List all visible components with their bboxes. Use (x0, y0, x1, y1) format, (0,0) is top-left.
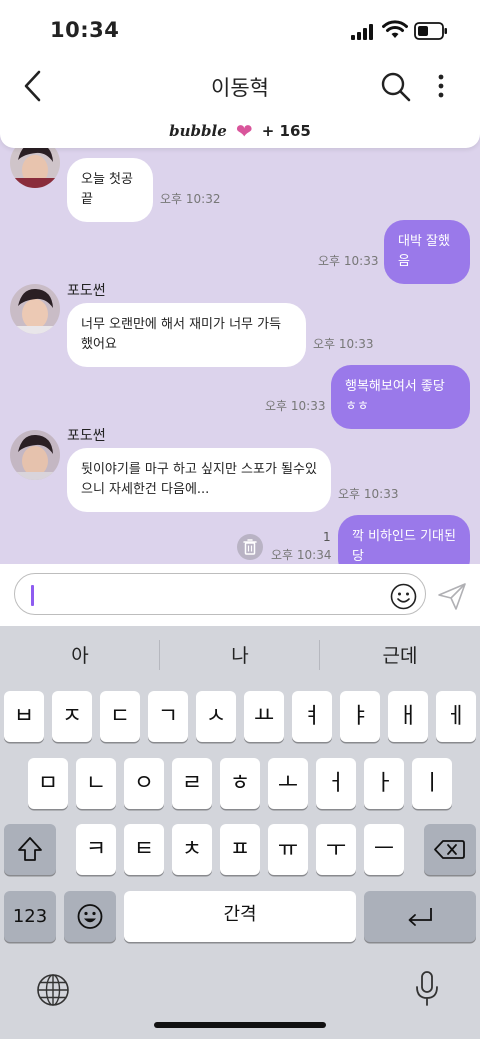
key[interactable]: ㅁ (28, 758, 68, 809)
suggestion-3[interactable]: 근데 (320, 626, 480, 686)
globe-icon[interactable] (36, 973, 70, 1007)
key[interactable]: ㅜ (316, 824, 356, 875)
message-bubble[interactable]: 행복해보여서 좋당ㅎㅎ (331, 365, 470, 429)
key[interactable]: ㅓ (316, 758, 356, 809)
return-key[interactable] (364, 891, 476, 942)
send-icon[interactable] (436, 580, 468, 612)
cellular-signal-icon (351, 24, 375, 40)
key[interactable]: ㄴ (76, 758, 116, 809)
key[interactable]: ㅏ (364, 758, 404, 809)
space-key[interactable]: 간격 (124, 891, 356, 942)
key[interactable]: ㅌ (124, 824, 164, 875)
key[interactable]: ㄱ (148, 691, 188, 742)
text-caret (31, 585, 34, 606)
search-icon[interactable] (378, 68, 412, 104)
key[interactable]: ㅋ (76, 824, 116, 875)
message-time: 오후 10:32 (160, 192, 221, 206)
wifi-icon (382, 20, 408, 38)
key[interactable]: ㅑ (340, 691, 380, 742)
return-icon (408, 908, 432, 926)
message-input[interactable] (14, 573, 426, 615)
shift-key[interactable] (4, 824, 56, 875)
avatar[interactable] (10, 284, 60, 334)
message-bubble[interactable]: 뒷이야기를 마구 하고 싶지만 스포가 될수있으니 자세한건 다음에... (67, 448, 331, 512)
sender-name: 포도썬 (67, 283, 106, 299)
microphone-icon[interactable] (414, 970, 440, 1008)
key[interactable]: ㅇ (124, 758, 164, 809)
message-time: 오후 10:34 (271, 548, 332, 562)
delete-key[interactable] (424, 824, 476, 875)
key[interactable]: ㅔ (436, 691, 476, 742)
message-bubble[interactable]: 오늘 첫공끝 (67, 158, 153, 222)
emoji-key[interactable] (64, 891, 116, 942)
battery-icon (414, 22, 447, 40)
more-vertical-icon[interactable] (430, 68, 452, 104)
shift-icon (18, 837, 42, 861)
bubble-banner[interactable]: bubble ❤ + 165 (0, 112, 480, 148)
key[interactable]: ㅠ (268, 824, 308, 875)
suggestion-bar: 아 나 근데 (0, 626, 480, 686)
status-time: 10:34 (50, 18, 120, 42)
message-time: 오후 10:33 (338, 487, 399, 501)
key[interactable]: ㅂ (4, 691, 44, 742)
message-bubble[interactable]: 깍 비하인드 기대된당 (338, 515, 470, 564)
heart-icon: ❤ (235, 119, 253, 143)
chat-header: 이동혁 (0, 62, 480, 112)
bubble-count: + 165 (261, 122, 311, 140)
unread-count: 1 (323, 530, 331, 544)
suggestion-2[interactable]: 나 (160, 626, 320, 686)
avatar[interactable] (10, 430, 60, 480)
chat-messages[interactable]: bubble ❤ + 165 오늘 첫공끝 오후 10:32 대박 잘했음 오후… (0, 112, 480, 564)
key[interactable]: ㅈ (52, 691, 92, 742)
key[interactable]: ㄹ (172, 758, 212, 809)
message-time: 오후 10:33 (313, 337, 374, 351)
key[interactable]: ㅎ (220, 758, 260, 809)
key[interactable]: ㅐ (388, 691, 428, 742)
emoji-icon (77, 904, 103, 929)
message-bubble[interactable]: 너무 오랜만에 해서 재미가 너무 가득했어요 (67, 303, 306, 367)
backspace-icon (434, 840, 465, 859)
message-time: 오후 10:33 (265, 399, 326, 413)
sender-name: 포도썬 (67, 428, 106, 444)
message-bubble[interactable]: 대박 잘했음 (384, 220, 470, 284)
key[interactable]: ㅣ (412, 758, 452, 809)
key[interactable]: ㅕ (292, 691, 332, 742)
key[interactable]: ㅊ (172, 824, 212, 875)
suggestion-1[interactable]: 아 (0, 626, 160, 686)
smiley-icon[interactable] (390, 583, 417, 610)
bubble-logo: bubble (169, 122, 227, 140)
key[interactable]: ㄷ (100, 691, 140, 742)
key[interactable]: ㅗ (268, 758, 308, 809)
key[interactable]: ㅡ (364, 824, 404, 875)
trash-icon (243, 539, 257, 555)
status-bar: 10:34 (0, 0, 480, 62)
home-indicator[interactable] (154, 1022, 326, 1028)
key[interactable]: ㅍ (220, 824, 260, 875)
key[interactable]: ㅛ (244, 691, 284, 742)
delete-message-button[interactable] (237, 534, 263, 560)
numbers-key[interactable]: 123 (4, 891, 56, 942)
key[interactable]: ㅅ (196, 691, 236, 742)
message-time: 오후 10:33 (318, 254, 379, 268)
